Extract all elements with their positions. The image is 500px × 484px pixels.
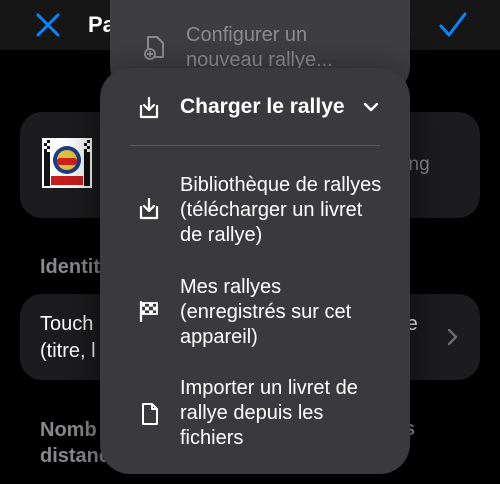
menu-item-my-rallies[interactable]: Mes rallyes (enregistrés sur cet apparei… [180, 275, 390, 350]
menu-header-label[interactable]: Charger le rallye [180, 95, 345, 119]
close-icon[interactable] [34, 11, 62, 39]
menu-item-rally-library[interactable]: Bibliothèque de rallyes (télécharger un … [180, 173, 390, 248]
document-icon [140, 402, 160, 431]
identity-section-label: Identit [40, 256, 100, 278]
chevron-right-icon [446, 328, 458, 351]
checkmark-icon[interactable] [438, 11, 468, 39]
menu-divider [130, 145, 380, 146]
document-add-icon [143, 34, 167, 65]
download-tray-icon [137, 96, 161, 125]
rally-logo [42, 138, 92, 188]
download-icon [137, 197, 161, 226]
chevron-down-icon[interactable] [362, 100, 380, 118]
checkered-flag-icon [138, 300, 160, 327]
menu-item-import-from-files[interactable]: Importer un livret de rallye depuis les … [180, 376, 390, 451]
configure-new-rally-item[interactable]: Configurer un nouveau rallye... [186, 23, 376, 73]
